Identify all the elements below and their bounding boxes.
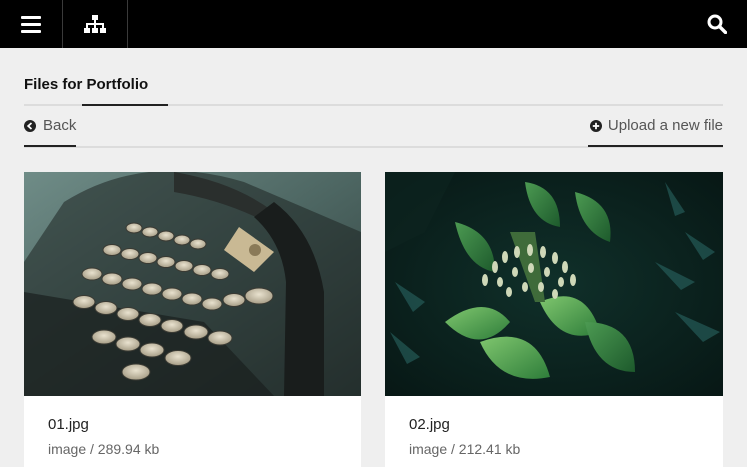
file-card[interactable]: 01.jpg image / 289.94 kb xyxy=(24,172,361,467)
search-icon xyxy=(707,14,727,34)
file-name: 01.jpg xyxy=(48,416,89,433)
top-bar xyxy=(0,0,747,48)
upload-label: Upload a new file xyxy=(607,117,723,134)
typewriter-image xyxy=(24,172,361,396)
upload-underline xyxy=(588,145,723,147)
file-card[interactable]: 02.jpg image / 212.41 kb xyxy=(385,172,723,467)
sitemap-button[interactable] xyxy=(63,0,128,48)
file-meta: image / 212.41 kb xyxy=(409,441,521,457)
page-title: Files for Portfolio xyxy=(24,76,149,93)
actions-row: Back Upload a new file xyxy=(24,116,723,148)
file-thumbnail[interactable] xyxy=(385,172,723,396)
title-underline xyxy=(82,104,168,106)
title-row: Files for Portfolio xyxy=(24,74,723,106)
file-meta: image / 289.94 kb xyxy=(48,441,160,457)
back-underline xyxy=(24,145,76,147)
sitemap-icon xyxy=(84,15,106,33)
circle-plus-icon xyxy=(589,120,602,132)
menu-button[interactable] xyxy=(0,0,63,48)
upload-file-link[interactable]: Upload a new file xyxy=(588,116,723,148)
search-button[interactable] xyxy=(687,0,747,48)
hamburger-menu-icon xyxy=(21,15,41,33)
back-link[interactable]: Back xyxy=(24,116,76,148)
circle-arrow-left-icon xyxy=(24,120,36,132)
plant-image xyxy=(385,172,723,396)
file-name: 02.jpg xyxy=(409,416,450,433)
back-label: Back xyxy=(43,117,77,134)
file-thumbnail[interactable] xyxy=(24,172,361,396)
